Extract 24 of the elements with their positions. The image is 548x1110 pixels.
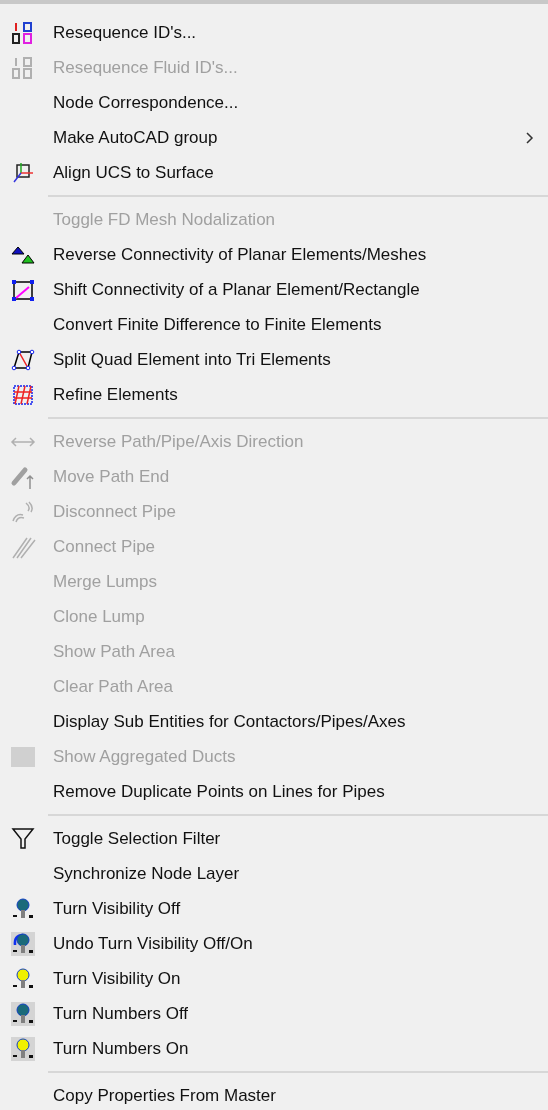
menu-item[interactable]: Reverse Connectivity of Planar Elements/Meshes <box>0 237 548 272</box>
menu-item[interactable]: Node Correspondence... <box>0 85 548 120</box>
menu-item[interactable]: Refine Elements <box>0 377 548 412</box>
menu-item[interactable]: Turn Numbers On <box>0 1031 548 1066</box>
pipe-disconnect-icon <box>10 498 36 525</box>
menu-item[interactable]: Turn Visibility Off <box>0 891 548 926</box>
light-bulb-icon <box>10 1000 36 1027</box>
menu-item[interactable]: Align UCS to Surface <box>0 155 548 190</box>
menu-item[interactable]: Toggle Selection Filter <box>0 821 548 856</box>
menu-item[interactable]: Shift Connectivity of a Planar Element/Rectangle <box>0 272 548 307</box>
menu-item[interactable]: Resequence ID's... <box>0 15 548 50</box>
funnel-icon <box>10 825 36 852</box>
menu-item[interactable]: Turn Visibility On <box>0 961 548 996</box>
menu-item[interactable]: Remove Duplicate Points on Lines for Pipes <box>0 774 548 809</box>
light-bulb-icon <box>10 1035 36 1062</box>
menu-item[interactable]: Display Sub Entities for Contactors/Pipes/Axes <box>0 704 548 739</box>
menu-item[interactable]: Make AutoCAD group <box>0 120 548 155</box>
menu-item[interactable]: Split Quad Element into Tri Elements <box>0 342 548 377</box>
menu-item[interactable]: Turn Numbers Off <box>0 996 548 1031</box>
menu-item[interactable]: Copy Properties From Master <box>0 1078 548 1110</box>
menu-item[interactable]: Synchronize Node Layer <box>0 856 548 891</box>
menu-item[interactable]: Undo Turn Visibility Off/On <box>0 926 548 961</box>
menu-item[interactable]: Convert Finite Difference to Finite Elements <box>0 307 548 342</box>
light-bulb-icon <box>10 930 36 957</box>
